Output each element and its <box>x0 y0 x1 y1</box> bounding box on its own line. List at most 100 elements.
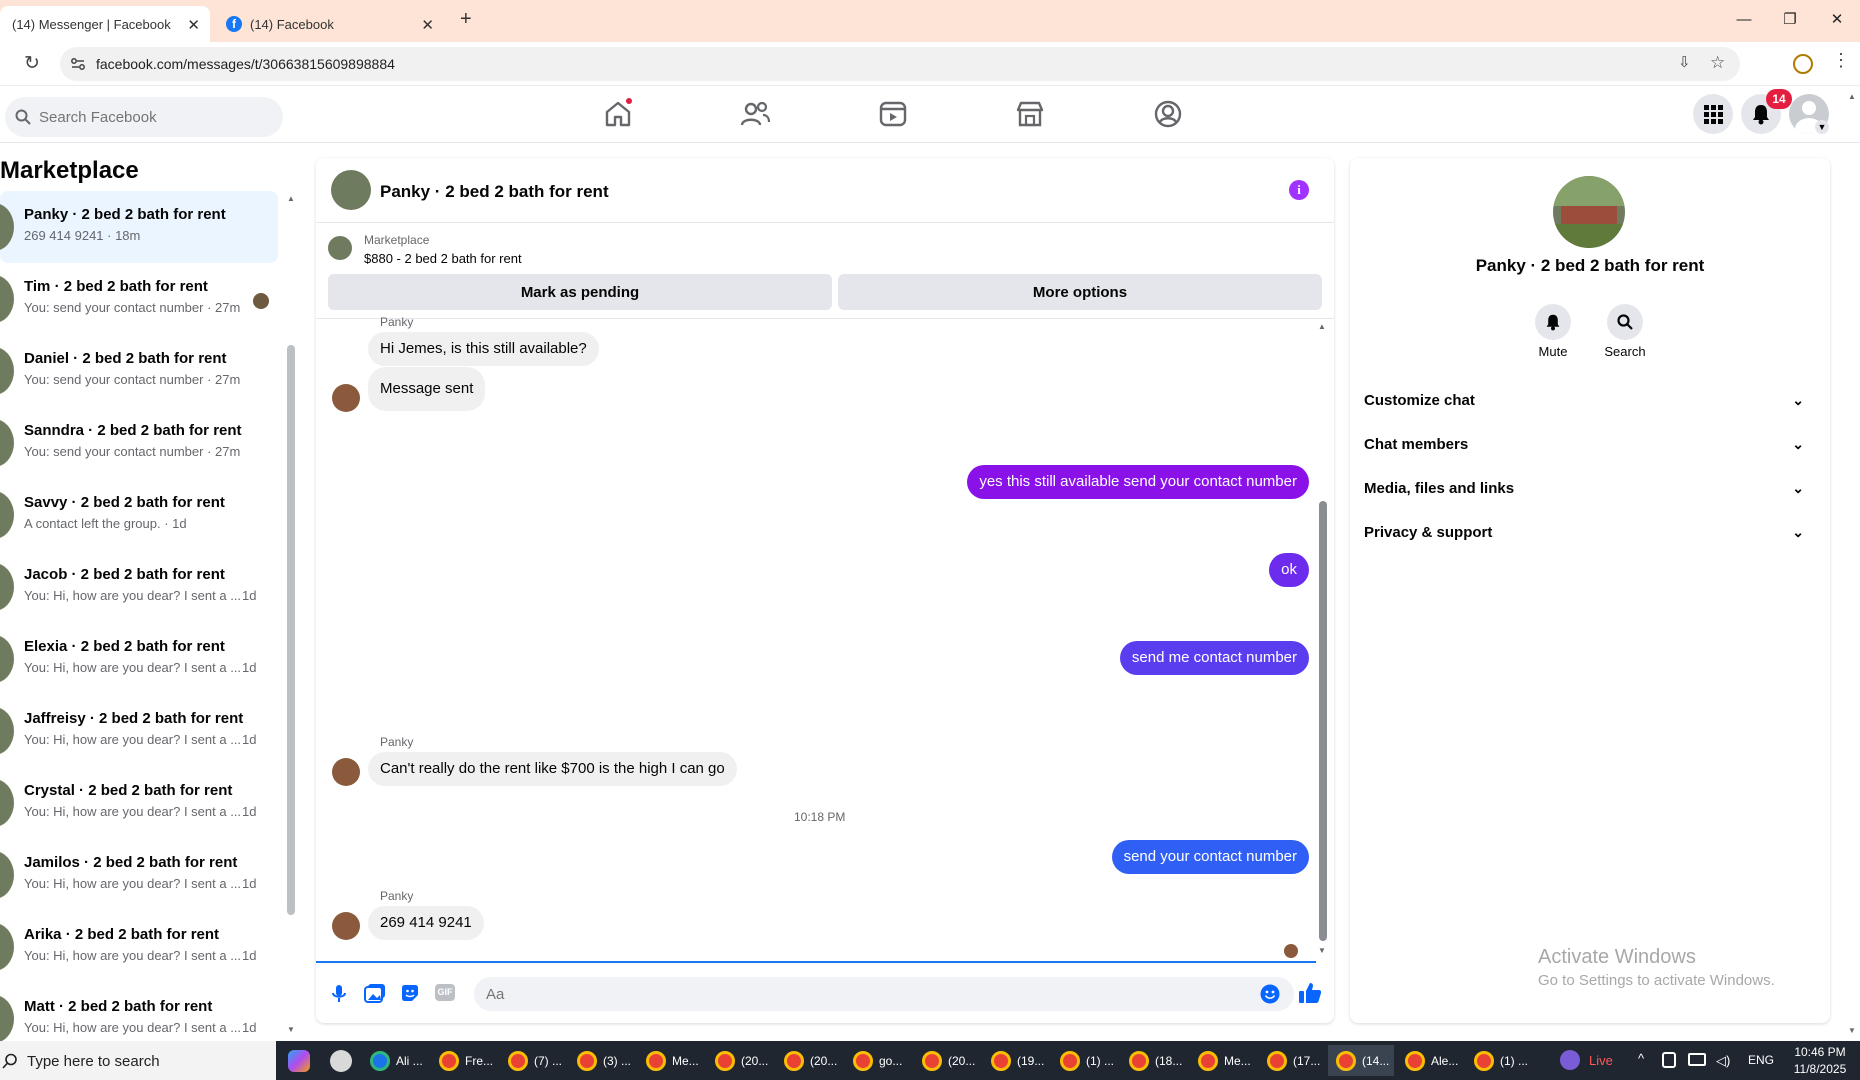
profile-icon[interactable] <box>1793 54 1813 74</box>
gif-icon[interactable]: GIF <box>435 984 455 1001</box>
scroll-up-icon[interactable]: ▲ <box>287 194 295 203</box>
taskbar-app[interactable]: (20... <box>707 1045 773 1076</box>
conversation-item[interactable]: Crystal · 2 bed 2 bath for rent You: Hi,… <box>0 767 278 839</box>
conversation-item[interactable]: Jamilos · 2 bed 2 bath for rent You: Hi,… <box>0 839 278 911</box>
message-composer[interactable] <box>474 977 1294 1011</box>
message-bubble-outgoing[interactable]: ok <box>1269 553 1309 587</box>
taskbar-app[interactable]: (20... <box>776 1045 842 1076</box>
conversation-item[interactable]: Savvy · 2 bed 2 bath for rent A contact … <box>0 479 278 551</box>
install-app-icon[interactable]: ⇩ <box>1678 53 1691 71</box>
taskbar-app[interactable]: (1) ... <box>1052 1045 1118 1076</box>
chevron-up-icon[interactable]: ^ <box>1638 1051 1644 1066</box>
taskbar-app[interactable]: Me... <box>1190 1045 1256 1076</box>
conversation-item[interactable]: Tim · 2 bed 2 bath for rent You: send yo… <box>0 263 278 335</box>
clock-time[interactable]: 10:46 PM <box>1790 1045 1850 1059</box>
privacy-support-row[interactable]: Privacy & support ⌄ <box>1364 512 1810 552</box>
video-icon[interactable] <box>877 98 909 130</box>
close-icon[interactable]: ✕ <box>421 16 434 34</box>
thumbs-up-icon[interactable] <box>1298 981 1322 1005</box>
scroll-down-icon[interactable]: ▼ <box>1848 1026 1856 1035</box>
network-icon[interactable] <box>1688 1053 1706 1066</box>
language-indicator[interactable]: ENG <box>1748 1053 1774 1067</box>
restore-icon[interactable]: ❐ <box>1775 8 1805 32</box>
message-input[interactable] <box>486 977 1246 1011</box>
taskbar-app[interactable]: Me... <box>638 1045 704 1076</box>
clock-date[interactable]: 11/8/2025 <box>1790 1062 1850 1076</box>
marketplace-icon[interactable] <box>1014 98 1046 130</box>
taskbar-search[interactable]: Type here to search <box>0 1041 276 1080</box>
scroll-up-icon[interactable]: ▲ <box>1318 322 1326 331</box>
taskbar-app-edge[interactable]: Ali ... <box>362 1045 428 1076</box>
chat-title[interactable]: Panky · 2 bed 2 bath for rent <box>380 182 609 202</box>
taskbar-app[interactable]: (18... <box>1121 1045 1187 1076</box>
volume-icon[interactable]: ◁) <box>1716 1053 1730 1069</box>
minimize-icon[interactable]: — <box>1729 8 1759 32</box>
home-icon[interactable] <box>602 98 634 130</box>
reload-icon[interactable]: ↻ <box>24 52 40 75</box>
conversation-item[interactable]: Panky · 2 bed 2 bath for rent 269 414 92… <box>0 191 278 263</box>
conversation-item[interactable]: Arika · 2 bed 2 bath for rent You: Hi, h… <box>0 911 278 983</box>
list-scrollbar[interactable] <box>287 345 295 915</box>
taskbar-app[interactable]: go... <box>845 1045 911 1076</box>
emoji-icon[interactable] <box>1260 984 1280 1004</box>
bookmark-star-icon[interactable]: ☆ <box>1710 53 1725 73</box>
conversation-item[interactable]: Jacob · 2 bed 2 bath for rent You: Hi, h… <box>0 551 278 623</box>
conversation-item[interactable]: Daniel · 2 bed 2 bath for rent You: send… <box>0 335 278 407</box>
search-button[interactable] <box>1607 304 1643 340</box>
taskbar-app[interactable]: (19... <box>983 1045 1049 1076</box>
message-bubble-incoming[interactable]: Hi Jemes, is this still available? <box>368 332 599 366</box>
app-icon[interactable] <box>330 1050 352 1072</box>
friends-icon[interactable] <box>739 98 771 130</box>
media-files-row[interactable]: Media, files and links ⌄ <box>1364 468 1810 508</box>
mute-button[interactable] <box>1535 304 1571 340</box>
taskbar-app[interactable]: (3) ... <box>569 1045 635 1076</box>
message-bubble-incoming[interactable]: 269 414 9241 <box>368 906 484 940</box>
photo-icon[interactable] <box>364 983 386 1003</box>
info-icon[interactable]: i <box>1289 180 1309 200</box>
chat-members-row[interactable]: Chat members ⌄ <box>1364 424 1810 464</box>
site-info-icon[interactable] <box>70 56 86 72</box>
taskbar-app[interactable]: (7) ... <box>500 1045 566 1076</box>
menu-grid-button[interactable] <box>1693 94 1733 134</box>
scroll-down-icon[interactable]: ▼ <box>287 1025 295 1034</box>
message-bubble-outgoing[interactable]: send me contact number <box>1119 641 1309 675</box>
conversation-item[interactable]: Jaffreisy · 2 bed 2 bath for rent You: H… <box>0 695 278 767</box>
tab-messenger[interactable]: (14) Messenger | Facebook ✕ <box>0 6 210 42</box>
message-bubble-incoming[interactable]: Can't really do the rent like $700 is th… <box>368 752 737 786</box>
meet-icon[interactable] <box>1662 1052 1676 1068</box>
new-tab-icon[interactable]: + <box>460 8 472 31</box>
taskbar-app[interactable]: (1) ... <box>1466 1045 1532 1076</box>
omnibox[interactable]: facebook.com/messages/t/3066381560989888… <box>60 47 1740 81</box>
mark-pending-button[interactable]: Mark as pending <box>328 274 832 310</box>
taskbar-app[interactable]: Fre... <box>431 1045 497 1076</box>
scroll-down-icon[interactable]: ▼ <box>1318 946 1326 955</box>
url-text[interactable]: facebook.com/messages/t/3066381560989888… <box>96 56 395 72</box>
gaming-icon[interactable] <box>1152 98 1184 130</box>
conversation-item[interactable]: Elexia · 2 bed 2 bath for rent You: Hi, … <box>0 623 278 695</box>
more-options-button[interactable]: More options <box>838 274 1322 310</box>
chevron-down-icon[interactable]: ▼ <box>1815 120 1829 134</box>
message-bubble-incoming[interactable]: Message sent <box>368 367 486 411</box>
message-bubble-outgoing[interactable]: yes this still available send your conta… <box>967 465 1309 499</box>
microphone-icon[interactable] <box>329 983 349 1003</box>
customize-chat-row[interactable]: Customize chat ⌄ <box>1364 380 1810 420</box>
chat-scrollbar[interactable] <box>1319 501 1327 941</box>
window-close-icon[interactable]: ✕ <box>1822 8 1852 32</box>
taskbar-app[interactable]: Ale... <box>1397 1045 1463 1076</box>
taskbar-app[interactable]: (20... <box>914 1045 980 1076</box>
conversation-item[interactable]: Sanndra · 2 bed 2 bath for rent You: sen… <box>0 407 278 479</box>
tab-facebook[interactable]: f (14) Facebook ✕ <box>214 6 446 42</box>
live-label[interactable]: Live <box>1589 1053 1613 1068</box>
facebook-search[interactable] <box>5 97 283 137</box>
profile-photo[interactable] <box>1553 176 1625 248</box>
taskbar-app[interactable]: (17... <box>1259 1045 1325 1076</box>
listing-thumbnail[interactable] <box>328 236 352 260</box>
close-icon[interactable]: ✕ <box>187 16 200 34</box>
browser-menu-icon[interactable]: ⋮ <box>1832 50 1850 71</box>
message-bubble-outgoing[interactable]: send your contact number <box>1111 840 1309 874</box>
scroll-up-icon[interactable]: ▲ <box>1848 92 1856 101</box>
listing-price[interactable]: $880 - 2 bed 2 bath for rent <box>364 251 522 266</box>
taskbar-app-active[interactable]: (14... <box>1328 1045 1394 1076</box>
search-input[interactable] <box>39 97 269 137</box>
chat-avatar[interactable] <box>331 170 371 210</box>
